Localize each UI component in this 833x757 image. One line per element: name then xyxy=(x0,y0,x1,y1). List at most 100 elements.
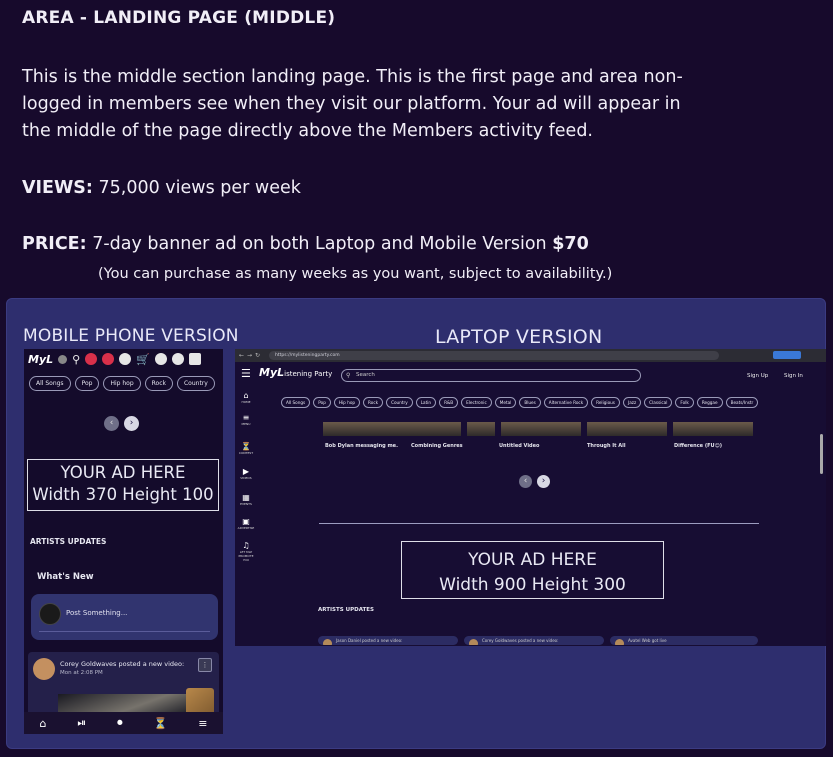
sidebar-item-videos[interactable]: ▶ VIDEOS xyxy=(235,467,257,480)
video-thumbnail[interactable] xyxy=(673,422,753,436)
music-note-icon: ♫ xyxy=(242,541,250,550)
update-card[interactable]: Avatel Web got live xyxy=(610,636,758,645)
post-placeholder: Post Something... xyxy=(66,609,128,617)
search-icon[interactable]: ⚲ xyxy=(72,353,80,366)
video-title[interactable]: Difference (FU😊) xyxy=(674,443,722,449)
ad-line1: YOUR AD HERE xyxy=(60,463,186,482)
genre-pill[interactable]: All Songs xyxy=(281,397,311,408)
cart-icon[interactable]: 🛒 xyxy=(136,353,150,366)
genre-pill[interactable]: Alternative Rock xyxy=(543,397,589,408)
logo-rest: istening Party xyxy=(284,370,333,378)
scrollbar[interactable] xyxy=(820,434,823,474)
genre-pill[interactable]: Pop xyxy=(74,376,100,391)
purchase-note: (You can purchase as many weeks as you w… xyxy=(98,266,613,282)
divider xyxy=(319,523,759,524)
genre-pill[interactable]: Pop xyxy=(313,397,331,408)
avatar xyxy=(323,639,332,645)
prev-arrow-icon[interactable]: ‹ xyxy=(104,416,119,431)
video-thumbnail[interactable] xyxy=(467,422,495,436)
browser-profile-button[interactable] xyxy=(773,351,801,359)
mail-icon[interactable] xyxy=(171,353,184,365)
plus-icon[interactable] xyxy=(119,353,132,365)
video-title[interactable]: Through It All xyxy=(587,443,626,449)
play-icon[interactable]: ⏯ xyxy=(77,716,86,730)
hourglass-icon[interactable]: ⏳ xyxy=(154,717,168,730)
search-icon: ⚲ xyxy=(346,372,351,379)
next-arrow-icon[interactable]: › xyxy=(537,475,550,488)
video-title[interactable]: Combining Genres xyxy=(411,443,463,449)
video-title[interactable]: Untitled Video xyxy=(499,443,539,449)
genre-pill[interactable]: Rock xyxy=(144,376,173,391)
update-card[interactable]: Corey Goldwaves posted a new video: xyxy=(464,636,604,645)
hourglass-icon: ⏳ xyxy=(241,442,251,451)
profile-icon[interactable] xyxy=(188,353,201,365)
sidebar-item-home[interactable]: ⌂ HOME xyxy=(235,391,257,404)
sidebar-label: LET MLP PROMOTE YOU xyxy=(238,550,254,562)
sidebar-item-menu[interactable]: ≡ MENU xyxy=(235,413,257,426)
avatar xyxy=(615,639,624,645)
genre-pill[interactable]: Rock xyxy=(363,397,384,408)
bell-icon[interactable] xyxy=(154,353,167,365)
genre-pill[interactable]: Blues xyxy=(519,397,541,408)
genre-pill[interactable]: Classical xyxy=(644,397,673,408)
video-thumbnail[interactable] xyxy=(587,422,667,436)
whats-new-label: What's New xyxy=(37,572,94,582)
more-options-icon[interactable]: ⋮ xyxy=(198,658,212,672)
genre-pill[interactable]: Folk xyxy=(675,397,694,408)
ad-line2: Width 900 Height 300 xyxy=(439,575,626,595)
browser-chrome: ←→↻ https://mylisteningparty.com xyxy=(235,349,826,362)
next-arrow-icon[interactable]: › xyxy=(124,416,139,431)
sidebar-item-advertise[interactable]: ▣ ADVERTISE xyxy=(235,517,257,530)
genre-pill[interactable]: Reggae xyxy=(696,397,723,408)
genre-pill[interactable]: All Songs xyxy=(29,376,71,391)
hamburger-icon[interactable]: ☰ xyxy=(241,367,251,380)
genre-pill[interactable]: Hip hop xyxy=(333,397,361,408)
mobile-mockup: MyL ⚲ 🛒 All Songs Pop Hip hop Rock Count… xyxy=(24,349,223,734)
go-live-icon[interactable] xyxy=(85,353,98,365)
address-bar[interactable]: https://mylisteningparty.com xyxy=(269,351,719,360)
record-icon[interactable] xyxy=(102,353,115,365)
mobile-logo: MyL xyxy=(28,352,54,366)
sidebar-label: HOME xyxy=(241,400,251,404)
views-line: VIEWS: 75,000 views per week xyxy=(22,178,301,198)
description: This is the middle section landing page.… xyxy=(22,67,683,141)
genre-pill[interactable]: R&B xyxy=(439,397,459,408)
artists-updates-label: ARTISTS UPDATES xyxy=(30,537,107,546)
sidebar-item-promote[interactable]: ♫ LET MLP PROMOTE YOU xyxy=(235,541,257,562)
search-input[interactable]: ⚲ Search xyxy=(341,369,641,382)
feed-time: Mon at 2:08 PM xyxy=(60,670,103,676)
mobile-topbar: MyL ⚲ 🛒 xyxy=(24,349,223,369)
sidebar-item-events[interactable]: ▦ EVENTS xyxy=(235,493,257,506)
video-title[interactable]: Bob Dylan messaging me. xyxy=(325,443,398,449)
genre-pill[interactable]: Beats/Instr xyxy=(725,397,759,408)
post-composer[interactable]: Post Something... xyxy=(31,594,218,640)
menu-icon[interactable]: ≡ xyxy=(198,717,207,730)
genre-pill[interactable]: Religious xyxy=(591,397,620,408)
mobile-version-label: MOBILE PHONE VERSION xyxy=(23,326,239,346)
artists-updates-label: ARTISTS UPDATES xyxy=(318,607,374,613)
sidebar-label: VIDEOS xyxy=(240,476,252,480)
update-card[interactable]: Jason Daniel posted a new video: xyxy=(318,636,458,645)
genre-pill[interactable]: Electronic xyxy=(461,397,492,408)
video-thumbnail[interactable] xyxy=(501,422,581,436)
genre-pill[interactable]: Jazz xyxy=(622,397,642,408)
genre-pill[interactable]: Country xyxy=(386,397,413,408)
sign-in-link[interactable]: Sign In xyxy=(784,373,803,379)
browser-nav-icons[interactable]: ←→↻ xyxy=(239,352,263,359)
sidebar-item-contest[interactable]: ⏳ CONTEST xyxy=(235,442,257,455)
genre-pill[interactable]: Metal xyxy=(494,397,517,408)
avatar xyxy=(39,603,61,625)
mobile-ad-placeholder: YOUR AD HERE Width 370 Height 100 xyxy=(27,459,219,511)
avatar xyxy=(469,639,478,645)
logo-main: MyL xyxy=(259,366,285,379)
record-icon[interactable]: ⏺ xyxy=(117,716,123,730)
price-text: 7-day banner ad on both Laptop and Mobil… xyxy=(92,234,547,254)
genre-pill[interactable]: Country xyxy=(176,376,215,391)
prev-arrow-icon[interactable]: ‹ xyxy=(519,475,532,488)
genre-pill[interactable]: Latin xyxy=(415,397,437,408)
sign-up-link[interactable]: Sign Up xyxy=(747,373,768,379)
home-icon: ⌂ xyxy=(243,391,249,400)
genre-pill[interactable]: Hip hop xyxy=(103,376,141,391)
home-icon[interactable]: ⌂ xyxy=(39,717,46,730)
video-thumbnail[interactable] xyxy=(323,422,461,436)
